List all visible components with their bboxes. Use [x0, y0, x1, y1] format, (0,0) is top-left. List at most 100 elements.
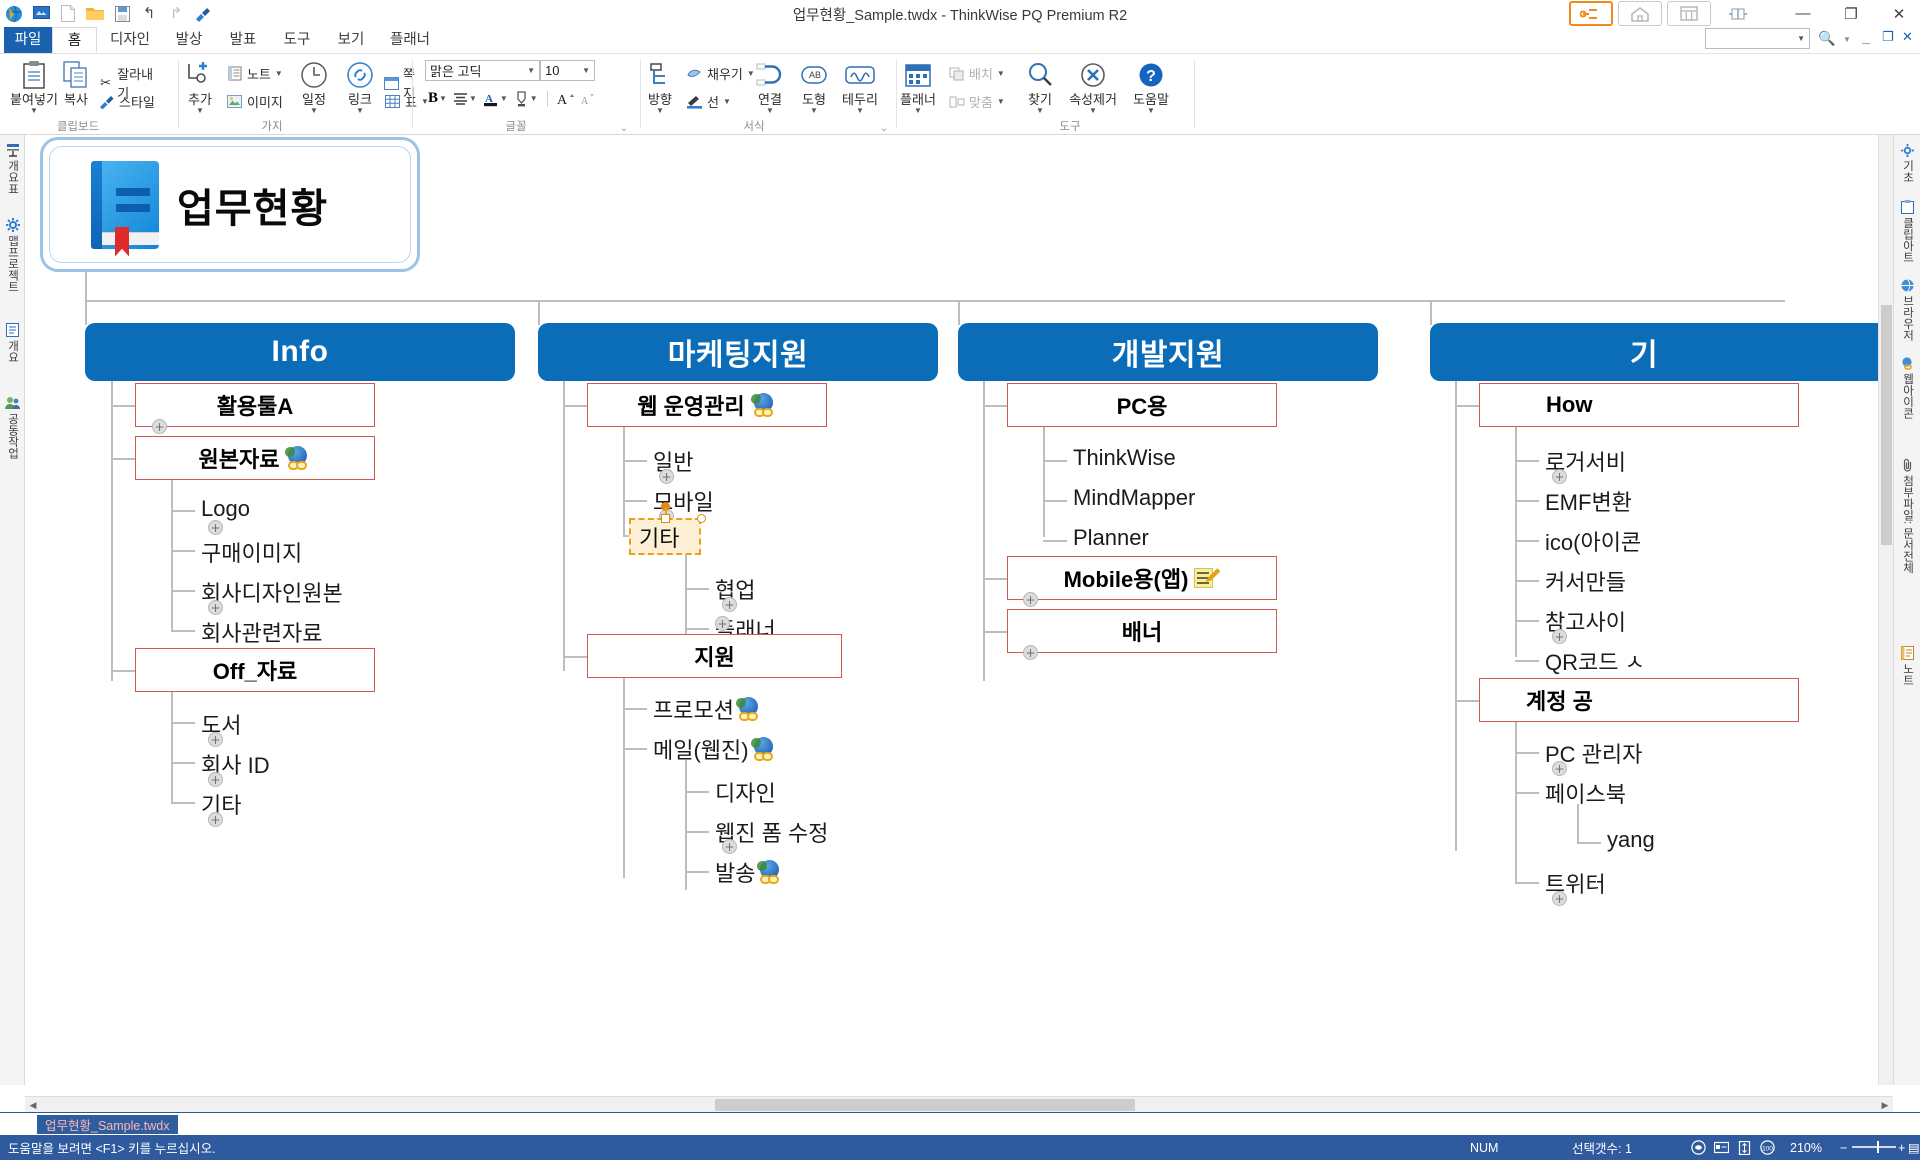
node-mail-webzine[interactable]: 메일(웹진) [653, 733, 777, 765]
format-dialog-launcher-icon[interactable]: ⌄ [880, 123, 888, 134]
node-thinkwise[interactable]: ThinkWise [1073, 445, 1176, 471]
sidebar-item-attachments[interactable]: 첨부파일: 문서전체 [1894, 455, 1920, 573]
sidebar-item-outline-table[interactable]: 개요표 [0, 140, 25, 195]
tab-view[interactable]: 보기 [325, 27, 377, 53]
node-promotion[interactable]: 프로모션 [653, 693, 762, 725]
sidebar-item-outline[interactable]: 개요 [0, 320, 25, 363]
expand-plus-icon[interactable]: + [722, 839, 737, 854]
node-web-operation-management[interactable]: 웹 운영관리 [587, 383, 827, 427]
branch-node-development-support[interactable]: 개발지원 [958, 323, 1378, 381]
align-button[interactable]: ▼ [453, 92, 477, 105]
scroll-right-icon[interactable]: ▶ [1877, 1097, 1893, 1113]
zoom-slider-thumb[interactable] [1877, 1141, 1879, 1153]
grid-view-icon[interactable] [1667, 1, 1711, 26]
zoom-out-button[interactable]: − [1840, 1141, 1847, 1155]
maximize-button[interactable]: ❐ [1838, 3, 1864, 25]
expand-plus-icon[interactable]: + [1023, 592, 1038, 607]
note-caret-icon[interactable]: ▼ [275, 69, 283, 78]
close-button[interactable]: ✕ [1886, 3, 1912, 25]
node-design[interactable]: 디자인 [715, 776, 776, 808]
zoom-100-icon[interactable]: 100 [1759, 1140, 1775, 1156]
view-switch-icon[interactable]: ▤ [1908, 1140, 1920, 1155]
arrange-button[interactable]: 배치 ▼ [948, 64, 1005, 83]
add-branch-caret-icon[interactable]: ▼ [178, 107, 222, 115]
tab-tools[interactable]: 도구 [271, 27, 323, 53]
node-mobile-yong-app[interactable]: Mobile용(앱) [1007, 556, 1277, 600]
highlight-caret-icon[interactable]: ▼ [530, 94, 538, 103]
doc-minimize-icon[interactable]: _ [1862, 29, 1870, 45]
highlight-button[interactable]: ▼ [514, 90, 538, 107]
search-input[interactable]: ▼ [1705, 28, 1810, 49]
line-button[interactable]: 선 ▼ [686, 92, 731, 111]
node-yang-account[interactable]: yang [1607, 827, 1655, 853]
link-caret-icon[interactable]: ▼ [338, 107, 382, 115]
fit-width-icon[interactable] [1713, 1140, 1729, 1156]
tab-planner[interactable]: 플래너 [379, 27, 441, 53]
node-facebook[interactable]: 페이스북 [1545, 777, 1626, 809]
align-caret-icon[interactable]: ▼ [469, 94, 477, 103]
line-caret-icon[interactable]: ▼ [723, 97, 731, 106]
expand-plus-icon[interactable]: + [208, 600, 223, 615]
find-caret-icon[interactable]: ▼ [1018, 107, 1062, 115]
scrollbar-thumb[interactable] [715, 1099, 1135, 1111]
direction-caret-icon[interactable]: ▼ [638, 107, 682, 115]
find-button[interactable]: 찾기 ▼ [1018, 58, 1062, 115]
shape-button[interactable]: AB 도형 ▼ [792, 58, 836, 115]
zoom-slider-track[interactable] [1852, 1146, 1896, 1148]
font-dialog-launcher-icon[interactable]: ⌄ [620, 123, 628, 134]
node-hwaryongtool-a[interactable]: 활용툴A [135, 383, 375, 427]
copy-button[interactable]: 복사 [52, 58, 100, 107]
grow-font-button[interactable]: A [557, 91, 575, 107]
link-button[interactable]: 링크 ▼ [338, 58, 382, 115]
border-button[interactable]: 테두리 ▼ [836, 58, 884, 115]
expand-plus-icon[interactable]: + [715, 616, 730, 631]
zoom-in-button[interactable]: + [1898, 1141, 1905, 1155]
node-emf-convert[interactable]: EMF변환 [1545, 485, 1632, 517]
minimize-button[interactable]: — [1790, 3, 1816, 25]
sidebar-item-collaboration[interactable]: 공동작업 [0, 393, 25, 459]
doc-close-icon[interactable]: ✕ [1902, 29, 1913, 45]
font-color-caret-icon[interactable]: ▼ [500, 94, 508, 103]
align-objects-caret-icon[interactable]: ▼ [997, 97, 1005, 106]
schedule-button[interactable]: 일정 ▼ [292, 58, 336, 115]
fit-page-icon[interactable] [1736, 1140, 1752, 1156]
fill-button[interactable]: 채우기 ▼ [686, 64, 755, 83]
expand-plus-icon[interactable]: + [1552, 761, 1567, 776]
node-gita-selected[interactable]: 기타 [629, 518, 701, 555]
planner-caret-icon[interactable]: ▼ [894, 107, 942, 115]
sidebar-item-note[interactable]: 노트 [1894, 643, 1920, 686]
scroll-left-icon[interactable]: ◀ [25, 1097, 41, 1113]
clear-format-button[interactable]: 속성제거 ▼ [1062, 58, 1124, 115]
node-pc-yong[interactable]: PC용 [1007, 383, 1277, 427]
node-company-related-docs[interactable]: 회사관련자료 [201, 616, 322, 648]
schedule-caret-icon[interactable]: ▼ [292, 107, 336, 115]
node-how[interactable]: How [1479, 383, 1799, 427]
align-objects-button[interactable]: 맞춤 ▼ [948, 92, 1005, 111]
zoom-icon[interactable] [1690, 1140, 1706, 1156]
bold-button[interactable]: B ▼ [428, 90, 447, 107]
sidebar-item-map-project[interactable]: 맵프로젝트 [0, 215, 25, 293]
tab-presentation[interactable]: 발표 [217, 27, 269, 53]
node-wonbon-jaryo[interactable]: 원본자료 [135, 436, 375, 480]
branch-node-info[interactable]: Info [85, 323, 515, 381]
font-family-select[interactable]: 맑은 고딕 ▼ [425, 60, 540, 81]
node-jiwon[interactable]: 지원 [587, 634, 842, 678]
bold-caret-icon[interactable]: ▼ [439, 94, 447, 103]
direction-button[interactable]: 방향 ▼ [638, 58, 682, 115]
help-caret-icon[interactable]: ▼ [1126, 107, 1176, 115]
add-branch-button[interactable]: 추가 ▼ [178, 58, 222, 115]
selection-handle[interactable] [661, 514, 670, 523]
font-size-select[interactable]: 10 ▼ [540, 60, 595, 81]
sidebar-item-browser[interactable]: 브라우저 [1894, 275, 1920, 341]
connector-button[interactable]: 연결 ▼ [748, 58, 792, 115]
tab-ideation[interactable]: 발상 [163, 27, 215, 53]
tab-design[interactable]: 디자인 [99, 27, 161, 53]
selection-handle[interactable] [697, 514, 706, 523]
node-gumae-image[interactable]: 구매이미지 [201, 536, 302, 568]
canvas-horizontal-scrollbar[interactable]: ◀ ▶ [25, 1096, 1893, 1112]
image-button[interactable]: 이미지 [226, 92, 283, 111]
expand-plus-icon[interactable]: + [208, 772, 223, 787]
node-balsong[interactable]: 발송 [715, 856, 783, 888]
expand-plus-icon[interactable]: + [208, 732, 223, 747]
border-caret-icon[interactable]: ▼ [836, 107, 884, 115]
